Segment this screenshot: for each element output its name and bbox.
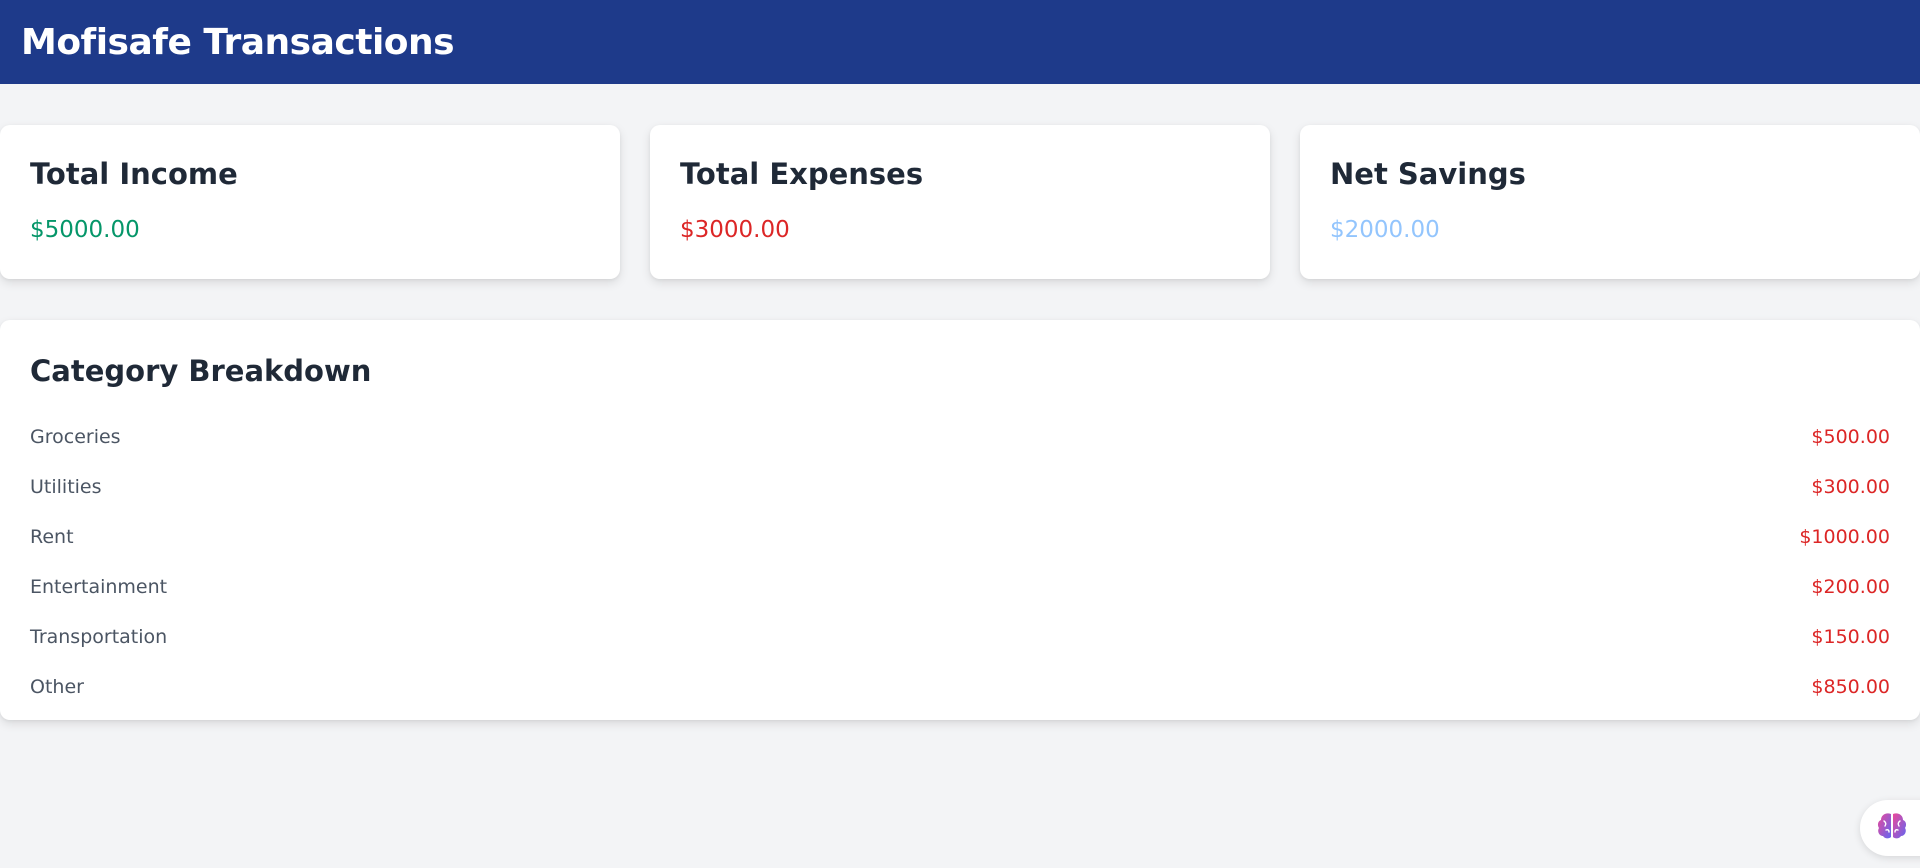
category-breakdown-card: Category Breakdown Groceries $500.00 Uti… bbox=[0, 320, 1920, 720]
total-income-label: Total Income bbox=[30, 157, 238, 191]
page-title: Mofisafe Transactions bbox=[21, 21, 455, 63]
net-savings-label: Net Savings bbox=[1330, 157, 1526, 191]
total-expenses-label: Total Expenses bbox=[680, 157, 924, 191]
assistant-button[interactable] bbox=[1860, 800, 1920, 856]
category-name: Entertainment bbox=[30, 576, 168, 598]
category-name: Other bbox=[30, 676, 84, 698]
total-expenses-card: Total Expenses $3000.00 bbox=[650, 125, 1270, 279]
category-list: Groceries $500.00 Utilities $300.00 Rent… bbox=[30, 412, 1890, 712]
app-header: Mofisafe Transactions bbox=[0, 0, 1920, 84]
total-expenses-value: $3000.00 bbox=[680, 217, 790, 243]
category-name: Utilities bbox=[30, 476, 102, 498]
category-row-transportation: Transportation $150.00 bbox=[30, 612, 1890, 662]
category-row-utilities: Utilities $300.00 bbox=[30, 462, 1890, 512]
category-amount: $500.00 bbox=[1811, 426, 1890, 448]
net-savings-card: Net Savings $2000.00 bbox=[1300, 125, 1920, 279]
category-amount: $200.00 bbox=[1811, 576, 1890, 598]
category-row-other: Other $850.00 bbox=[30, 662, 1890, 712]
total-income-value: $5000.00 bbox=[30, 217, 140, 243]
category-row-rent: Rent $1000.00 bbox=[30, 512, 1890, 562]
total-income-card: Total Income $5000.00 bbox=[0, 125, 620, 279]
category-amount: $850.00 bbox=[1811, 676, 1890, 698]
category-name: Rent bbox=[30, 526, 74, 548]
category-breakdown-title: Category Breakdown bbox=[30, 354, 372, 388]
category-name: Groceries bbox=[30, 426, 121, 448]
category-amount: $150.00 bbox=[1811, 626, 1890, 648]
category-amount: $300.00 bbox=[1811, 476, 1890, 498]
brain-icon bbox=[1876, 811, 1908, 845]
category-row-groceries: Groceries $500.00 bbox=[30, 412, 1890, 462]
category-row-entertainment: Entertainment $200.00 bbox=[30, 562, 1890, 612]
category-amount: $1000.00 bbox=[1799, 526, 1890, 548]
category-name: Transportation bbox=[30, 626, 168, 648]
net-savings-value: $2000.00 bbox=[1330, 217, 1440, 243]
